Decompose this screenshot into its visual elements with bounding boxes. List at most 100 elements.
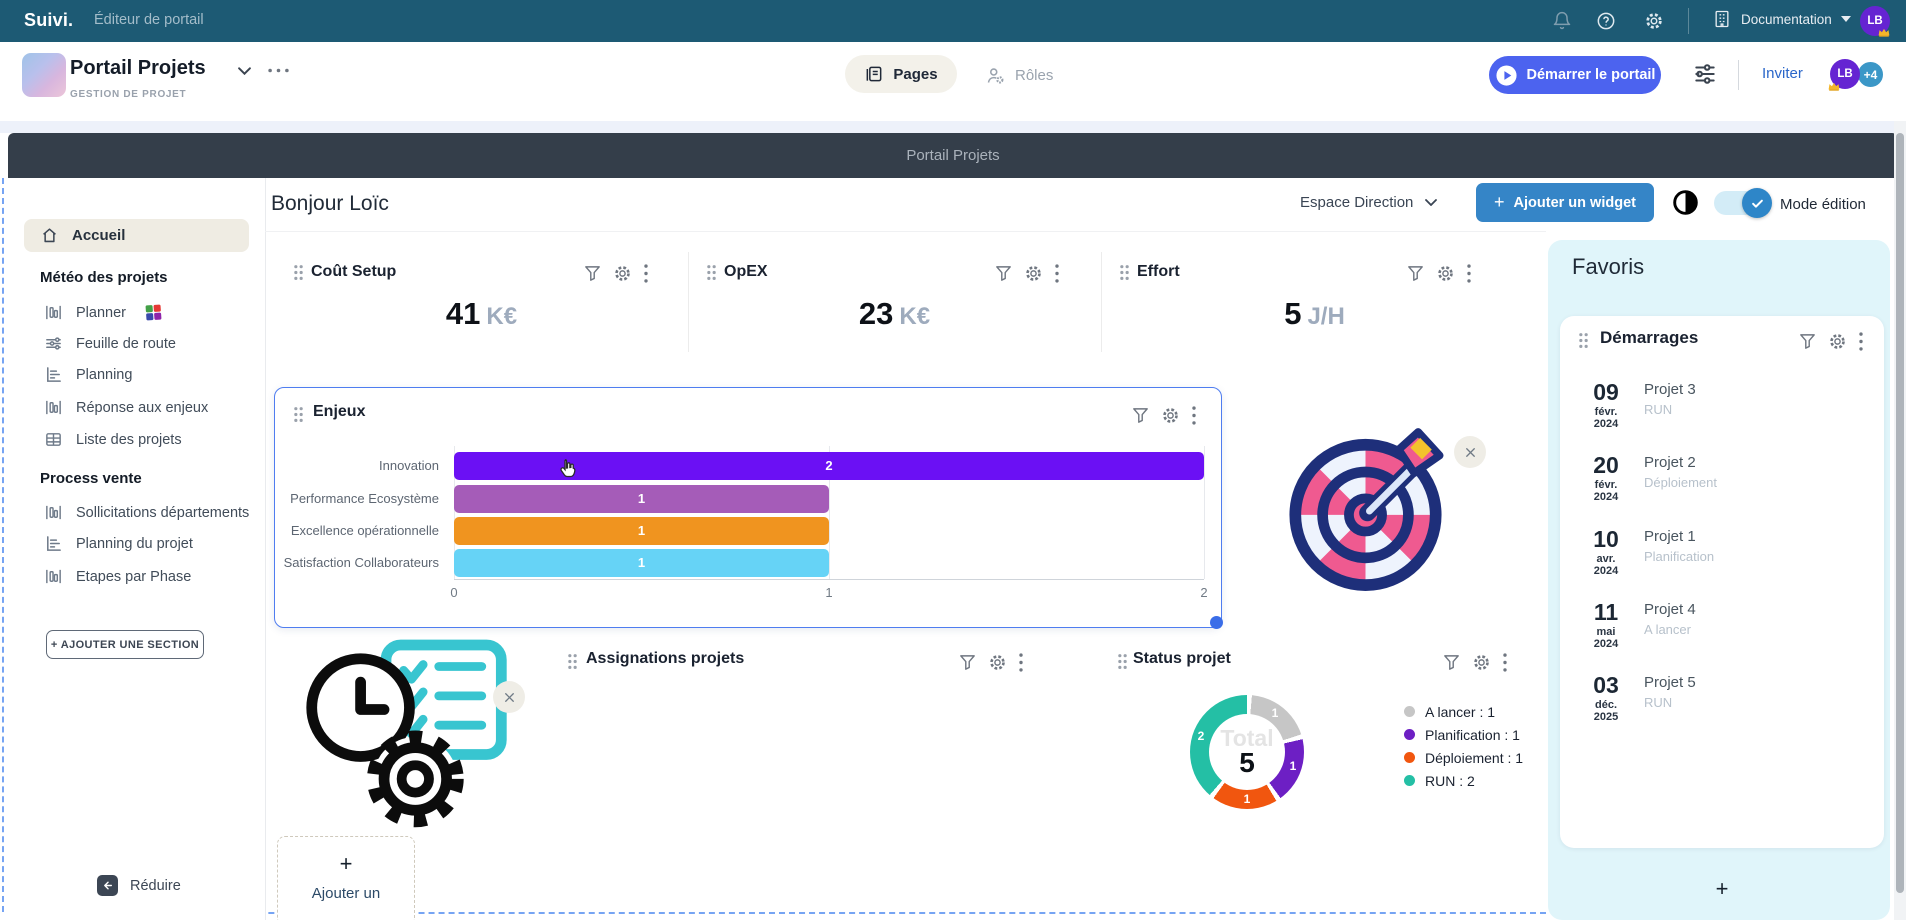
sidebar-item-feuille-de-route[interactable]: Feuille de route	[44, 334, 176, 353]
edit-mode-toggle[interactable]	[1714, 191, 1768, 215]
chevron-down-icon[interactable]	[238, 67, 251, 75]
favorite-month: déc.	[1584, 699, 1628, 711]
widget-actions	[994, 264, 1060, 283]
sidebar: Accueil Météo des projets Planner Feuill…	[8, 178, 266, 920]
portal-logo[interactable]	[22, 53, 66, 97]
filter-icon[interactable]	[1442, 653, 1461, 672]
widget-actions	[1798, 332, 1864, 351]
documentation-menu[interactable]: Documentation	[1712, 9, 1851, 29]
scrollbar-thumb[interactable]	[1896, 133, 1904, 893]
filter-icon[interactable]	[1131, 406, 1150, 425]
donut-segment-value: 1	[1239, 792, 1255, 806]
favorite-item[interactable]: 10 avr. 2024 Projet 1 Planification	[1560, 527, 1884, 589]
avatar-overflow-badge[interactable]: +4	[1856, 60, 1885, 89]
drag-handle-icon[interactable]	[293, 264, 304, 281]
add-favorite-button[interactable]: +	[1710, 876, 1734, 902]
favorite-item[interactable]: 09 févr. 2024 Projet 3 RUN	[1560, 380, 1884, 442]
drag-handle-icon[interactable]	[706, 264, 717, 281]
caret-down-icon	[1841, 16, 1851, 22]
sidebar-item-label: Sollicitations départements	[76, 505, 249, 521]
drag-handle-icon[interactable]	[1578, 332, 1589, 349]
drag-handle-icon[interactable]	[1117, 653, 1128, 670]
favorite-project-status: RUN	[1644, 402, 1672, 417]
filter-icon[interactable]	[583, 264, 602, 283]
legend-dot	[1404, 775, 1415, 786]
tab-roles[interactable]: Rôles	[985, 62, 1053, 88]
header-divider	[265, 231, 1546, 232]
kpi-title: Effort	[1137, 263, 1180, 281]
legend-label: A lancer : 1	[1425, 704, 1495, 720]
more-icon[interactable]	[268, 68, 289, 73]
kebab-menu-icon[interactable]	[1191, 406, 1197, 425]
kpi-title: OpEX	[724, 263, 768, 281]
space-selector[interactable]: Espace Direction	[1300, 194, 1437, 211]
crown-icon	[1878, 28, 1890, 37]
tab-pages[interactable]: Pages	[845, 55, 957, 93]
settings-icon[interactable]	[1472, 653, 1491, 672]
favorite-item[interactable]: 20 févr. 2024 Projet 2 Déploiement	[1560, 453, 1884, 515]
roles-icon	[985, 65, 1006, 86]
settings-icon[interactable]	[1828, 332, 1847, 351]
settings-icon[interactable]	[613, 264, 632, 283]
mouse-cursor	[556, 456, 582, 482]
chart-tick-label: 1	[825, 585, 832, 600]
help-icon[interactable]	[1596, 11, 1616, 31]
favorite-item[interactable]: 03 déc. 2025 Projet 5 RUN	[1560, 673, 1884, 735]
favorite-project-status: RUN	[1644, 695, 1672, 710]
target-illustration	[1268, 412, 1463, 612]
widget-actions	[1131, 406, 1197, 425]
favorite-item[interactable]: 11 mai 2024 Projet 4 A lancer	[1560, 600, 1884, 662]
filter-sliders-icon[interactable]	[1692, 61, 1718, 87]
favorite-year: 2024	[1584, 565, 1628, 577]
chart-gridline	[1204, 446, 1205, 579]
chart-legend: A lancer : 1 Planification : 1 Déploieme…	[1404, 700, 1523, 792]
portal-toolbar: Portail Projets GESTION DE PROJET Pages …	[0, 42, 1906, 122]
sidebar-item-liste-des-projets[interactable]: Liste des projets	[44, 430, 182, 449]
contrast-icon[interactable]	[1672, 189, 1699, 216]
sidebar-item-planning-du-projet[interactable]: Planning du projet	[44, 534, 193, 553]
toolbar-divider	[1738, 60, 1739, 90]
chart-category-label: Satisfaction Collaborateurs	[275, 549, 439, 577]
tab-roles-label: Rôles	[1015, 67, 1053, 84]
kebab-menu-icon[interactable]	[1502, 653, 1508, 672]
close-button[interactable]	[493, 681, 525, 713]
chart-bar: 1	[454, 517, 829, 545]
add-widget-tile[interactable]: + Ajouter un	[277, 836, 415, 920]
settings-icon[interactable]	[1436, 264, 1455, 283]
add-widget-button[interactable]: + Ajouter un widget	[1476, 183, 1654, 222]
sidebar-item-accueil[interactable]: Accueil	[24, 219, 249, 252]
filter-icon[interactable]	[1406, 264, 1425, 283]
drag-handle-icon[interactable]	[293, 406, 304, 423]
add-section-button[interactable]: + AJOUTER UNE SECTION	[46, 630, 204, 659]
sidebar-item-sollicitations[interactable]: Sollicitations départements	[44, 503, 249, 522]
filter-icon[interactable]	[994, 264, 1013, 283]
filter-icon[interactable]	[958, 653, 977, 672]
kebab-menu-icon[interactable]	[643, 264, 649, 283]
settings-icon[interactable]	[988, 653, 1007, 672]
sidebar-item-planner[interactable]: Planner	[44, 303, 161, 322]
chart-bar-value: 1	[638, 491, 645, 506]
start-portal-label: Démarrer le portail	[1527, 67, 1656, 83]
collapse-sidebar-button[interactable]: Réduire	[97, 875, 181, 896]
filter-icon[interactable]	[1798, 332, 1817, 351]
chart-bar: 1	[454, 485, 829, 513]
close-button[interactable]	[1454, 436, 1486, 468]
settings-icon[interactable]	[1161, 406, 1180, 425]
resize-handle[interactable]	[1210, 616, 1223, 629]
kebab-menu-icon[interactable]	[1466, 264, 1472, 283]
kebab-menu-icon[interactable]	[1018, 653, 1024, 672]
bell-icon[interactable]	[1552, 11, 1572, 31]
start-portal-button[interactable]: Démarrer le portail	[1489, 56, 1661, 94]
sidebar-item-etapes-par-phase[interactable]: Etapes par Phase	[44, 567, 191, 586]
gear-icon[interactable]	[1644, 11, 1664, 31]
drag-handle-icon[interactable]	[1119, 264, 1130, 281]
kpi-unit: K€	[486, 303, 517, 330]
frame-title: Portail Projets	[906, 147, 999, 164]
kebab-menu-icon[interactable]	[1054, 264, 1060, 283]
invite-link[interactable]: Inviter	[1762, 65, 1803, 82]
settings-icon[interactable]	[1024, 264, 1043, 283]
drag-handle-icon[interactable]	[567, 653, 578, 670]
sidebar-item-planning[interactable]: Planning	[44, 365, 132, 384]
kebab-menu-icon[interactable]	[1858, 332, 1864, 351]
sidebar-item-reponse-aux-enjeux[interactable]: Réponse aux enjeux	[44, 398, 208, 417]
